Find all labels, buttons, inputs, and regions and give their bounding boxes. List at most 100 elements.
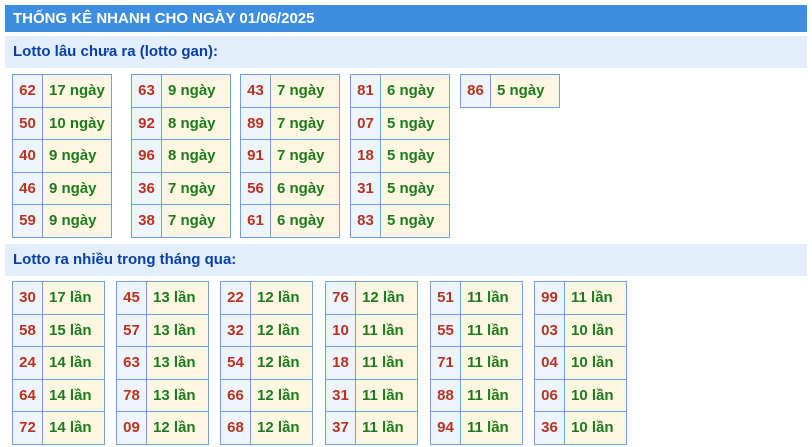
lotto-count: 11 lần	[461, 412, 522, 444]
stat-row: 88 11 lần	[431, 378, 522, 411]
lotto-number: 62	[13, 75, 43, 107]
stat-row: 36 10 lần	[535, 411, 626, 444]
stat-row: 24 14 lần	[13, 346, 104, 379]
stat-row: 46 9 ngày	[13, 171, 111, 204]
lotto-number: 58	[13, 314, 43, 346]
lotto-number: 91	[241, 140, 271, 172]
lotto-count: 10 lần	[565, 314, 626, 346]
lotto-count: 9 ngày	[43, 140, 111, 172]
lotto-number: 86	[461, 75, 491, 107]
stat-row: 54 12 lần	[221, 346, 312, 379]
lotto-count: 11 lần	[565, 282, 626, 314]
stat-row: 89 7 ngày	[241, 106, 339, 139]
stat-row: 78 13 lần	[117, 378, 208, 411]
lotto-count: 11 lần	[461, 347, 522, 379]
lotto-count: 11 lần	[461, 379, 522, 411]
lotto-count: 8 ngày	[162, 140, 230, 172]
stat-row: 18 5 ngày	[351, 139, 449, 172]
lotto-number: 18	[326, 347, 356, 379]
lotto-number: 92	[132, 107, 162, 139]
lotto-number: 06	[535, 379, 565, 411]
lotto-count: 9 ngày	[43, 205, 111, 237]
stat-row: 03 10 lần	[535, 313, 626, 346]
stat-row: 62 17 ngày	[13, 74, 111, 107]
lotto-count: 12 lần	[251, 412, 312, 444]
lotto-count: 10 lần	[565, 412, 626, 444]
lotto-count: 12 lần	[251, 347, 312, 379]
lotto-number: 10	[326, 314, 356, 346]
stat-row: 43 7 ngày	[241, 74, 339, 107]
lotto-count: 10 ngày	[43, 107, 111, 139]
stat-group: 86 5 ngày	[460, 74, 560, 108]
lotto-number: 63	[132, 75, 162, 107]
stat-row: 37 11 lần	[326, 411, 417, 444]
lotto-number: 96	[132, 140, 162, 172]
stat-row: 38 7 ngày	[132, 204, 230, 237]
lotto-count: 5 ngày	[491, 75, 559, 107]
stat-row: 30 17 lần	[13, 281, 104, 314]
stat-row: 81 6 ngày	[351, 74, 449, 107]
lotto-count: 7 ngày	[271, 140, 339, 172]
lotto-number: 56	[241, 172, 271, 204]
stat-group: 45 13 lần 57 13 lần 63 13 lần 78 13 lần 09 12 lần	[116, 281, 209, 445]
stat-row: 45 13 lần	[117, 281, 208, 314]
lotto-count: 13 lần	[147, 314, 208, 346]
lotto-number: 30	[13, 282, 43, 314]
lotto-number: 36	[535, 412, 565, 444]
stat-row: 68 12 lần	[221, 411, 312, 444]
page-title: THỐNG KÊ NHANH CHO NGÀY 01/06/2025	[5, 5, 807, 32]
stat-group: 76 12 lần 10 11 lần 18 11 lần 31 11 lần 37 11 lần	[325, 281, 418, 445]
lotto-count: 5 ngày	[381, 107, 449, 139]
lotto-count: 13 lần	[147, 347, 208, 379]
lotto-number: 45	[117, 282, 147, 314]
lotto-number: 89	[241, 107, 271, 139]
lotto-number: 40	[13, 140, 43, 172]
stat-group: 22 12 lần 32 12 lần 54 12 lần 66 12 lần 68 12 lần	[220, 281, 313, 445]
lotto-count: 12 lần	[147, 412, 208, 444]
stat-row: 18 11 lần	[326, 346, 417, 379]
lotto-count: 9 ngày	[162, 75, 230, 107]
lotto-number: 46	[13, 172, 43, 204]
stat-row: 96 8 ngày	[132, 139, 230, 172]
stat-row: 99 11 lần	[535, 281, 626, 314]
stat-row: 59 9 ngày	[13, 204, 111, 237]
lotto-count: 11 lần	[461, 314, 522, 346]
lotto-count: 9 ngày	[43, 172, 111, 204]
lotto-count: 5 ngày	[381, 172, 449, 204]
lotto-count: 7 ngày	[271, 75, 339, 107]
lotto-count: 11 lần	[356, 347, 417, 379]
stat-row: 94 11 lần	[431, 411, 522, 444]
stat-row: 91 7 ngày	[241, 139, 339, 172]
lotto-number: 03	[535, 314, 565, 346]
section-heading-lotto-gan: Lotto lâu chưa ra (lotto gan):	[5, 36, 807, 68]
lotto-number: 18	[351, 140, 381, 172]
lotto-count: 10 lần	[565, 347, 626, 379]
lotto-count: 11 lần	[356, 379, 417, 411]
stat-group: 81 6 ngày 07 5 ngày 18 5 ngày 31 5 ngày 83 5 ngày	[350, 74, 450, 238]
stat-row: 86 5 ngày	[461, 74, 559, 107]
lotto-count: 17 lần	[43, 282, 104, 314]
stat-row: 31 11 lần	[326, 378, 417, 411]
stat-row: 92 8 ngày	[132, 106, 230, 139]
lotto-number: 78	[117, 379, 147, 411]
lotto-number: 36	[132, 172, 162, 204]
stat-row: 04 10 lần	[535, 346, 626, 379]
lotto-number: 50	[13, 107, 43, 139]
lotto-number: 64	[13, 379, 43, 411]
stat-row: 40 9 ngày	[13, 139, 111, 172]
lotto-count: 6 ngày	[271, 172, 339, 204]
stat-group: 62 17 ngày 50 10 ngày 40 9 ngày 46 9 ngày 59 9 ng…	[12, 74, 112, 238]
stat-row: 32 12 lần	[221, 313, 312, 346]
lotto-number: 66	[221, 379, 251, 411]
lotto-number: 68	[221, 412, 251, 444]
lotto-number: 43	[241, 75, 271, 107]
lotto-count: 15 lần	[43, 314, 104, 346]
lotto-count: 11 lần	[356, 412, 417, 444]
stat-row: 71 11 lần	[431, 346, 522, 379]
stat-row: 36 7 ngày	[132, 171, 230, 204]
lotto-number: 37	[326, 412, 356, 444]
lotto-number: 59	[13, 205, 43, 237]
lotto-number: 07	[351, 107, 381, 139]
section-heading-lotto-nhieu: Lotto ra nhiều trong tháng qua:	[5, 244, 807, 276]
stat-row: 83 5 ngày	[351, 204, 449, 237]
